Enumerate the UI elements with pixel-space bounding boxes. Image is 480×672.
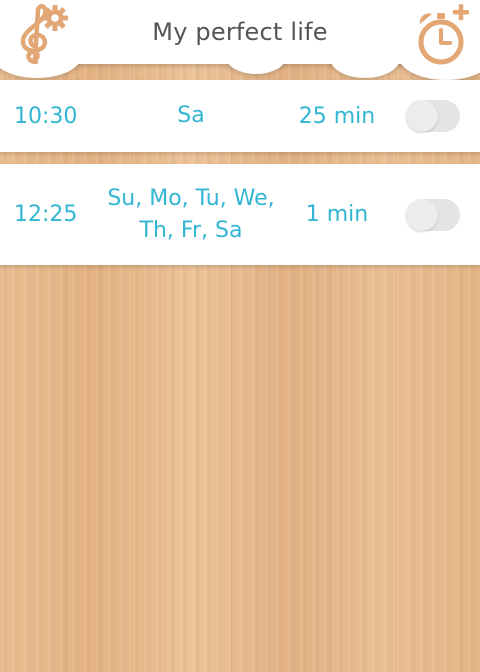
add-alarm-icon xyxy=(418,4,469,65)
alarm-days: Sa xyxy=(177,103,205,128)
app-header: My perfect life xyxy=(0,0,480,80)
alarm-time: 10:30 xyxy=(14,103,78,129)
settings-button[interactable] xyxy=(14,2,72,68)
alarm-time: 12:25 xyxy=(14,202,78,227)
toggle-knob xyxy=(406,199,438,231)
toggle-knob xyxy=(406,100,438,132)
alarm-toggle[interactable] xyxy=(406,100,460,132)
page-title: My perfect life xyxy=(152,18,328,46)
alarm-row[interactable]: 10:30 Sa 25 min xyxy=(0,80,480,152)
music-settings-icon xyxy=(20,4,68,65)
alarm-duration: 25 min xyxy=(298,103,376,129)
alarm-duration: 1 min xyxy=(305,202,369,227)
alarm-toggle[interactable] xyxy=(406,199,460,231)
add-alarm-button[interactable] xyxy=(410,4,476,70)
alarm-days: Su, Mo, Tu, We, Th, Fr, Sa xyxy=(107,185,275,243)
alarm-row[interactable]: 12:25 Su, Mo, Tu, We, Th, Fr, Sa 1 min xyxy=(0,164,480,265)
